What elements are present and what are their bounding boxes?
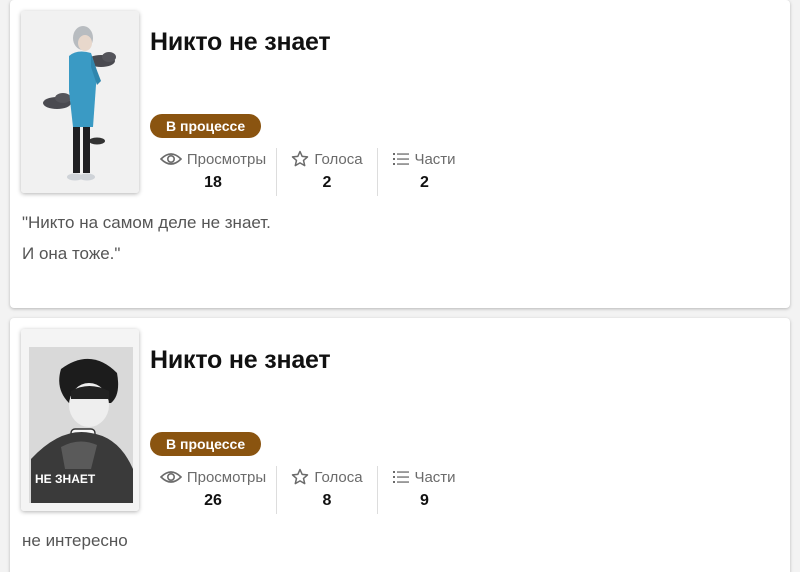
story-description: "Никто на самом деле не знает. И она тож… bbox=[22, 207, 271, 269]
eye-icon bbox=[159, 151, 182, 167]
status-badge: В процессе bbox=[150, 114, 262, 138]
votes-label: Голоса bbox=[314, 468, 363, 486]
description-line: И она тоже." bbox=[22, 244, 121, 263]
parts-stat: Части 9 bbox=[377, 466, 471, 514]
story-stats: Просмотры 18 Голоса 2 Части 2 bbox=[150, 148, 471, 196]
star-icon bbox=[291, 468, 309, 486]
story-title[interactable]: Никто не знает bbox=[150, 28, 331, 57]
views-count: 18 bbox=[204, 174, 222, 191]
parts-label: Части bbox=[414, 468, 456, 486]
story-cover[interactable]: НЕ ЗНАЕТ bbox=[21, 329, 139, 511]
views-stat: Просмотры 18 bbox=[150, 148, 276, 196]
parts-stat: Части 2 bbox=[377, 148, 471, 196]
story-description: не интересно bbox=[22, 525, 128, 556]
story-card[interactable]: Никто не знает В процессе Просмотры 18 Г… bbox=[10, 0, 790, 308]
story-cover[interactable] bbox=[21, 11, 139, 193]
parts-count: 9 bbox=[420, 492, 429, 509]
views-label: Просмотры bbox=[186, 468, 267, 486]
parts-label: Части bbox=[414, 150, 456, 168]
votes-label: Голоса bbox=[314, 150, 363, 168]
story-title[interactable]: Никто не знает bbox=[150, 346, 331, 375]
story-stats: Просмотры 26 Голоса 8 Части 9 bbox=[150, 466, 471, 514]
votes-stat: Голоса 2 bbox=[276, 148, 377, 196]
cover-illustration bbox=[21, 11, 139, 193]
eye-icon bbox=[159, 469, 182, 485]
views-stat: Просмотры 26 bbox=[150, 466, 276, 514]
list-icon bbox=[393, 470, 410, 484]
views-label: Просмотры bbox=[186, 150, 267, 168]
cover-text: НЕ ЗНАЕТ bbox=[35, 472, 96, 486]
votes-count: 2 bbox=[322, 174, 332, 191]
star-icon bbox=[291, 150, 309, 168]
views-count: 26 bbox=[204, 492, 222, 509]
status-badge: В процессе bbox=[150, 432, 262, 456]
cover-illustration: НЕ ЗНАЕТ bbox=[21, 329, 139, 511]
description-line: не интересно bbox=[22, 531, 128, 550]
parts-count: 2 bbox=[420, 174, 429, 191]
story-card[interactable]: НЕ ЗНАЕТ Никто не знает В процессе Просм… bbox=[10, 318, 790, 572]
votes-count: 8 bbox=[322, 492, 332, 509]
votes-stat: Голоса 8 bbox=[276, 466, 377, 514]
list-icon bbox=[393, 152, 410, 166]
description-line: "Никто на самом деле не знает. bbox=[22, 213, 271, 232]
